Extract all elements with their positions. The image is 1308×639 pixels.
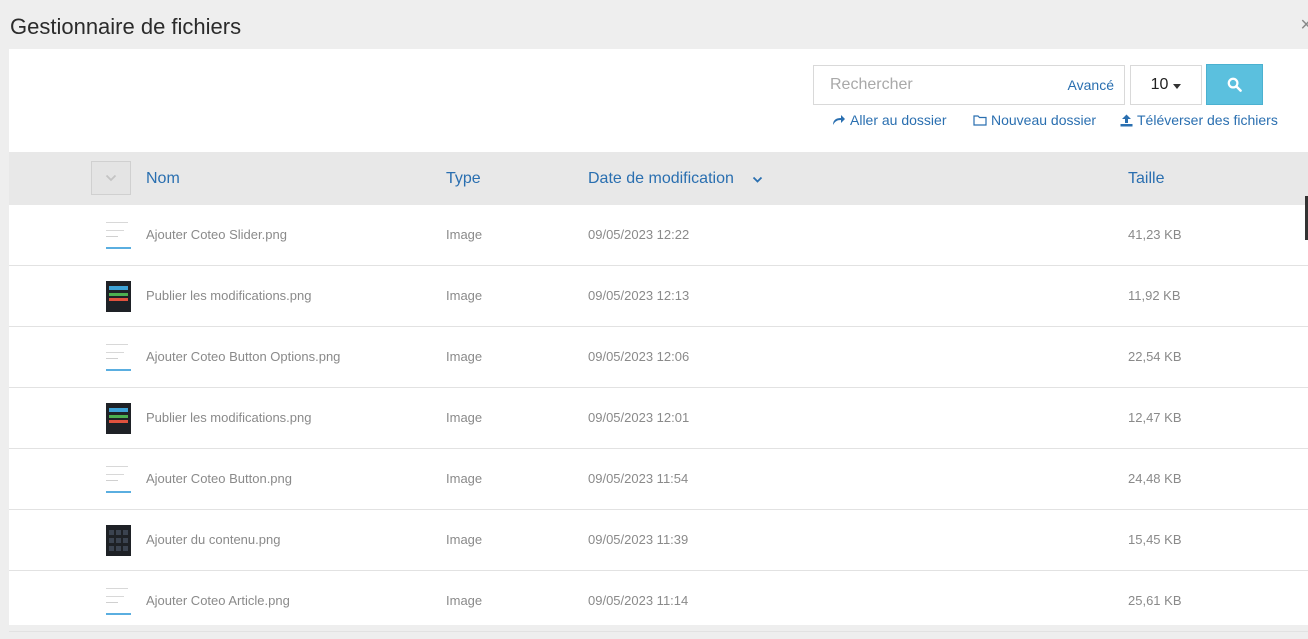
sort-chevron-down-icon[interactable] — [752, 176, 763, 184]
search-button[interactable] — [1206, 64, 1263, 105]
file-size: 22,54 KB — [1128, 349, 1182, 364]
table-row[interactable]: Ajouter du contenu.png Image 09/05/2023 11… — [9, 510, 1308, 571]
file-size: 15,45 KB — [1128, 532, 1182, 547]
table-row[interactable]: Publier les modifications.png Image 09/05/… — [9, 266, 1308, 327]
file-type: Image — [446, 349, 483, 364]
file-name[interactable]: Ajouter Coteo Article.png — [146, 593, 290, 608]
search-icon — [1227, 77, 1242, 92]
file-modified-date: 09/05/2023 12:22 — [588, 227, 690, 242]
new-folder-link[interactable]: Nouveau dossier — [973, 112, 1096, 128]
table-row[interactable]: Ajouter Coteo Article.png Image 09/05/2023… — [9, 571, 1308, 632]
file-type: Image — [446, 471, 483, 486]
upload-files-link[interactable]: Téléverser des fichiers — [1120, 112, 1278, 128]
upload-icon — [1120, 114, 1133, 126]
file-thumbnail — [106, 403, 131, 434]
goto-folder-link[interactable]: Aller au dossier — [832, 112, 947, 128]
file-name[interactable]: Ajouter Coteo Button Options.png — [146, 349, 340, 364]
file-modified-date: 09/05/2023 12:06 — [588, 349, 690, 364]
file-name[interactable]: Publier les modifications.png — [146, 410, 311, 425]
file-size: 11,92 KB — [1128, 288, 1181, 303]
file-manager-panel: Avancé 10 Aller au dossier Nouveau dossi… — [9, 49, 1308, 632]
caret-down-icon — [1173, 83, 1182, 89]
column-header-name[interactable]: Nom — [146, 170, 180, 188]
advanced-search-link[interactable]: Avancé — [1068, 77, 1114, 93]
column-header-type[interactable]: Type — [446, 170, 481, 188]
file-type: Image — [446, 227, 483, 242]
file-thumbnail — [106, 342, 131, 373]
close-icon[interactable]: × — [1300, 14, 1308, 37]
file-type: Image — [446, 288, 483, 303]
search-input[interactable] — [814, 66, 1034, 104]
chevron-down-icon — [105, 174, 117, 182]
file-name[interactable]: Ajouter Coteo Button.png — [146, 471, 292, 486]
per-page-select[interactable]: 10 — [1130, 65, 1202, 105]
column-header-modified[interactable]: Date de modification — [588, 170, 734, 188]
upload-label: Téléverser des fichiers — [1137, 112, 1278, 128]
table-header: Nom Type Date de modification Taille — [9, 152, 1308, 205]
file-type: Image — [446, 532, 483, 547]
search-box: Avancé — [813, 65, 1125, 105]
file-name[interactable]: Ajouter Coteo Slider.png — [146, 227, 287, 242]
table-row[interactable]: Ajouter Coteo Slider.png Image 09/05/2023 … — [9, 205, 1308, 266]
table-row[interactable]: Publier les modifications.png Image 09/05/… — [9, 388, 1308, 449]
file-size: 41,23 KB — [1128, 227, 1182, 242]
file-type: Image — [446, 593, 483, 608]
file-thumbnail — [106, 586, 131, 617]
file-thumbnail — [106, 220, 131, 251]
new-folder-label: Nouveau dossier — [991, 112, 1097, 128]
window-title: Gestionnaire de fichiers — [10, 14, 242, 39]
file-modified-date: 09/05/2023 12:01 — [588, 410, 690, 425]
file-thumbnail — [106, 525, 131, 556]
folder-icon — [973, 115, 987, 126]
file-modified-date: 09/05/2023 12:13 — [588, 288, 690, 303]
column-header-size[interactable]: Taille — [1128, 170, 1164, 188]
file-name[interactable]: Publier les modifications.png — [146, 288, 311, 303]
file-modified-date: 09/05/2023 11:14 — [588, 593, 689, 608]
file-thumbnail — [106, 464, 131, 495]
file-name[interactable]: Ajouter du contenu.png — [146, 532, 280, 547]
file-size: 25,61 KB — [1128, 593, 1182, 608]
file-type: Image — [446, 410, 483, 425]
file-thumbnail — [106, 281, 131, 312]
select-all-checkbox[interactable] — [91, 161, 131, 195]
goto-folder-label: Aller au dossier — [850, 112, 947, 128]
share-arrow-icon — [833, 115, 845, 125]
table-row[interactable]: Ajouter Coteo Button.png Image 09/05/2023 … — [9, 449, 1308, 510]
per-page-value: 10 — [1150, 76, 1169, 93]
table-row[interactable]: Ajouter Coteo Button Options.png Image 09/… — [9, 327, 1308, 388]
file-size: 12,47 KB — [1128, 410, 1182, 425]
file-size: 24,48 KB — [1128, 471, 1182, 486]
file-modified-date: 09/05/2023 11:54 — [588, 471, 689, 486]
file-modified-date: 09/05/2023 11:39 — [588, 532, 689, 547]
